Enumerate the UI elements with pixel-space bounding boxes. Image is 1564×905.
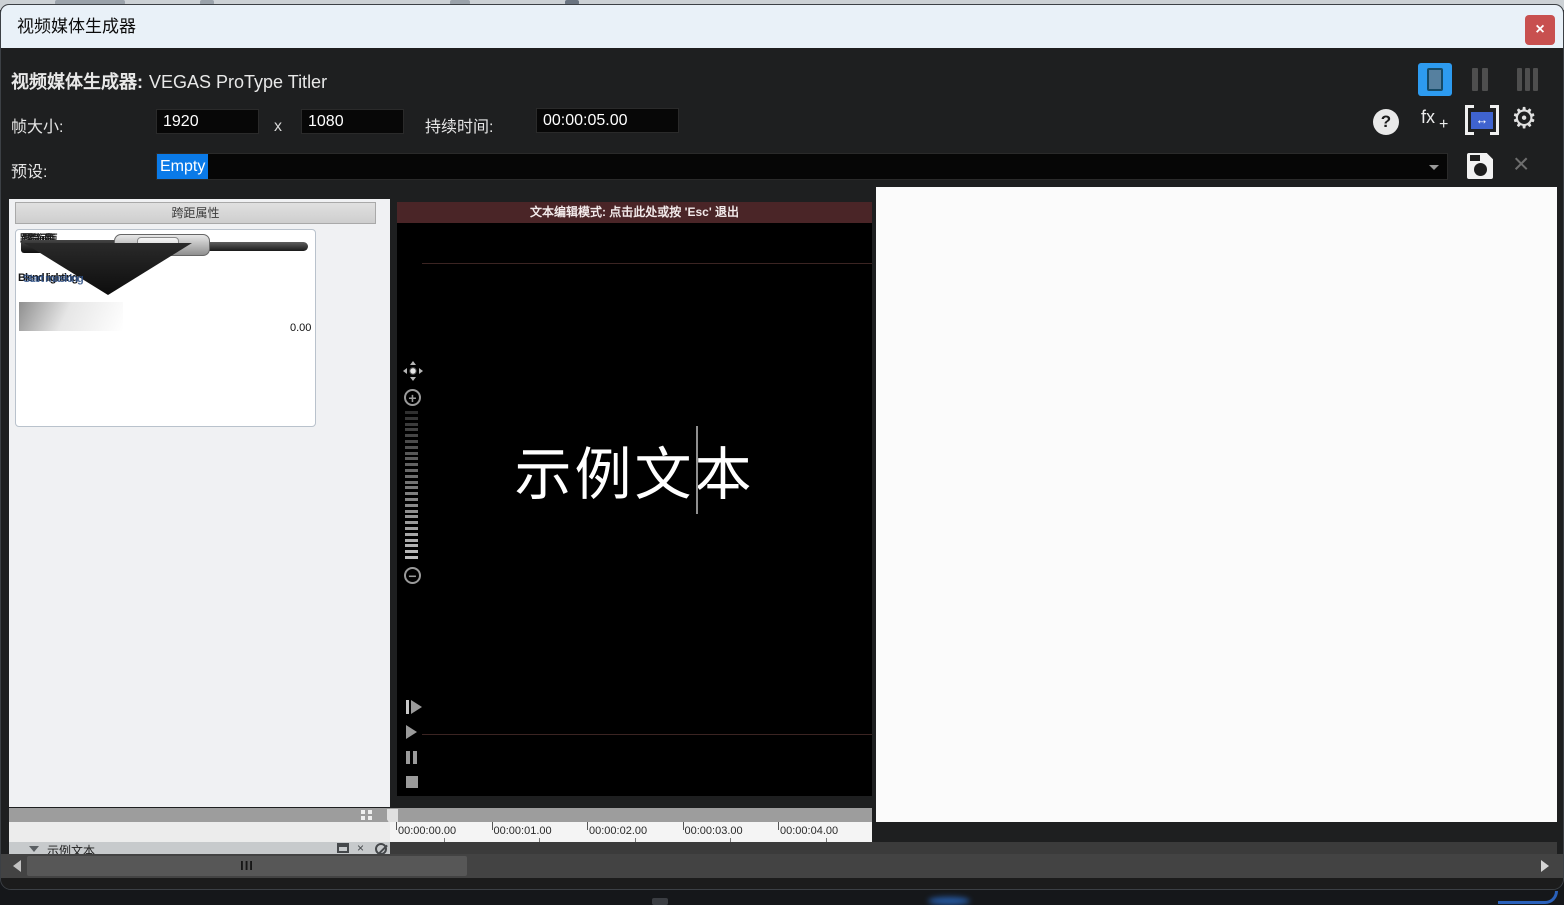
app-header-prefix: 视频媒体生成器: bbox=[11, 72, 143, 92]
preset-combobox[interactable]: Empty bbox=[156, 153, 1448, 180]
text-edit-mode-banner[interactable]: 文本编辑模式: 点击此处或按 'Esc' 退出 bbox=[397, 202, 872, 223]
zoom-slider-dash bbox=[405, 510, 418, 513]
duration-input[interactable] bbox=[536, 108, 679, 133]
span-properties-widget[interactable]: 跟踪间距 Blend lighting Start masking 0.00 bbox=[15, 229, 316, 427]
ruler-tick-label: 00:00:00.00 bbox=[398, 825, 456, 837]
layout-two-pane-button[interactable] bbox=[1464, 63, 1498, 96]
slider-rod bbox=[196, 242, 308, 251]
floppy-shutter bbox=[1470, 155, 1480, 161]
span-properties-panel: 跨距属性 跟踪间距 Blend lighting Start masking 0… bbox=[9, 199, 390, 807]
span-properties-header: 跨距属性 bbox=[15, 202, 376, 224]
two-pane-icon bbox=[1464, 63, 1498, 91]
grip-dots-icon[interactable] bbox=[361, 810, 373, 820]
zoom-slider-dash bbox=[405, 556, 418, 559]
scroll-left-icon[interactable] bbox=[13, 860, 21, 872]
title-bar[interactable]: 视频媒体生成器 × bbox=[1, 5, 1563, 48]
chevron-down-icon[interactable] bbox=[1429, 165, 1439, 170]
text-cursor-caret bbox=[696, 426, 698, 514]
preset-selected-value: Empty bbox=[157, 154, 208, 179]
help-icon[interactable]: ? bbox=[1373, 109, 1399, 135]
zoom-slider-dash bbox=[405, 411, 418, 414]
zoom-slider-dash bbox=[405, 434, 418, 437]
ruler-tick-label: 00:00:03.00 bbox=[685, 825, 743, 837]
scrollbar-thumb[interactable]: III bbox=[27, 856, 467, 876]
save-preset-icon[interactable] bbox=[1467, 153, 1493, 179]
play-icon[interactable] bbox=[406, 725, 417, 739]
timeline-left-spacer bbox=[9, 822, 390, 842]
frame-width-input[interactable] bbox=[156, 109, 259, 134]
pause-icon[interactable] bbox=[406, 751, 420, 769]
ruler-tick-major bbox=[492, 822, 493, 830]
preview-panel: 文本编辑模式: 点击此处或按 'Esc' 退出 + − 示例文本 bbox=[397, 202, 872, 796]
frame-size-label: 帧大小: bbox=[11, 113, 63, 137]
safe-area-line-top bbox=[422, 263, 872, 264]
play-from-start-icon[interactable] bbox=[406, 700, 422, 714]
ruler-tick-major bbox=[778, 822, 779, 830]
zoom-slider-dash bbox=[405, 550, 418, 553]
horizontal-scrollbar[interactable]: III bbox=[1, 854, 1564, 878]
gradient-swatch bbox=[19, 302, 123, 331]
ruler-tick-label: 00:00:04.00 bbox=[780, 825, 838, 837]
fx-plus: + bbox=[1439, 116, 1448, 134]
scroll-right-icon[interactable] bbox=[1541, 860, 1549, 872]
duration-label: 持续时间: bbox=[425, 113, 493, 137]
zoom-in-icon[interactable]: + bbox=[404, 389, 421, 406]
stop-icon[interactable] bbox=[406, 776, 418, 788]
video-media-generator-dialog: 视频媒体生成器 × 视频媒体生成器: VEGAS ProType Titler 帧… bbox=[0, 4, 1564, 890]
layout-single-pane-button[interactable] bbox=[1418, 63, 1452, 96]
ruler-tick-major bbox=[396, 822, 397, 830]
preview-canvas[interactable]: + − 示例文本 bbox=[397, 223, 872, 796]
ruler-tick-major bbox=[587, 822, 588, 830]
zoom-slider-dash bbox=[405, 417, 418, 420]
zoom-slider-dash bbox=[405, 423, 418, 426]
dropdown-triangle-icon bbox=[24, 243, 192, 295]
glitched-label-layer2: Start masking bbox=[23, 273, 83, 285]
three-pane-icon bbox=[1509, 63, 1543, 91]
settings-gear-icon[interactable]: ⚙ bbox=[1511, 101, 1537, 135]
frame-height-input[interactable] bbox=[301, 109, 404, 134]
ruler-tick-label: 00:00:02.00 bbox=[589, 825, 647, 837]
add-effect-icon[interactable]: fx+ bbox=[1421, 107, 1435, 128]
taskbar-remnant bbox=[652, 898, 668, 905]
fx-label: fx bbox=[1421, 107, 1435, 127]
restore-track-icon[interactable] bbox=[337, 843, 349, 853]
close-track-icon[interactable]: × bbox=[357, 843, 370, 854]
delete-preset-icon[interactable]: × bbox=[1513, 147, 1529, 181]
taskbar-glow bbox=[928, 897, 970, 905]
pan-icon[interactable] bbox=[402, 360, 424, 382]
horizontal-arrow-icon: ↔ bbox=[1471, 112, 1493, 129]
preset-label: 预设: bbox=[11, 158, 47, 182]
timeline-header-bar[interactable] bbox=[9, 808, 872, 822]
match-output-aspect-icon[interactable]: ↔ bbox=[1465, 105, 1499, 135]
safe-area-line-bottom bbox=[422, 734, 872, 735]
frame-size-separator: x bbox=[274, 118, 282, 136]
timeline-ruler[interactable]: 00:00:00.00 00:00:01.00 00:00:02.00 00:00:0… bbox=[390, 822, 872, 842]
app-header-product: VEGAS ProType Titler bbox=[149, 72, 327, 92]
window-title: 视频媒体生成器 bbox=[17, 5, 136, 48]
floppy-disc bbox=[1474, 163, 1487, 176]
taskbar-corner-glow bbox=[1498, 891, 1558, 904]
zoom-slider-dash bbox=[405, 428, 418, 431]
zoom-slider-dash bbox=[405, 527, 418, 530]
single-pane-icon bbox=[1427, 68, 1443, 91]
app-header-title: 视频媒体生成器: VEGAS ProType Titler bbox=[11, 68, 327, 94]
zoom-slider-dash bbox=[405, 533, 418, 536]
layout-three-pane-button[interactable] bbox=[1509, 63, 1543, 96]
zoom-slider-dash bbox=[405, 521, 418, 524]
zoom-slider-dash bbox=[405, 440, 418, 443]
close-button[interactable]: × bbox=[1525, 15, 1555, 45]
zoom-slider-dash bbox=[405, 515, 418, 518]
ruler-tick-major bbox=[683, 822, 684, 830]
collapse-triangle-icon[interactable] bbox=[29, 846, 39, 852]
ruler-tick-label: 00:00:01.00 bbox=[494, 825, 552, 837]
span-property-value: 0.00 bbox=[290, 322, 311, 334]
zoom-slider-dash bbox=[405, 544, 418, 547]
dialog-bottom-edge bbox=[1, 878, 1564, 890]
zoom-slider-dash bbox=[405, 539, 418, 542]
right-blank-panel bbox=[876, 187, 1557, 822]
zoom-out-icon[interactable]: − bbox=[404, 567, 421, 584]
sample-text[interactable]: 示例文本 bbox=[397, 445, 872, 505]
